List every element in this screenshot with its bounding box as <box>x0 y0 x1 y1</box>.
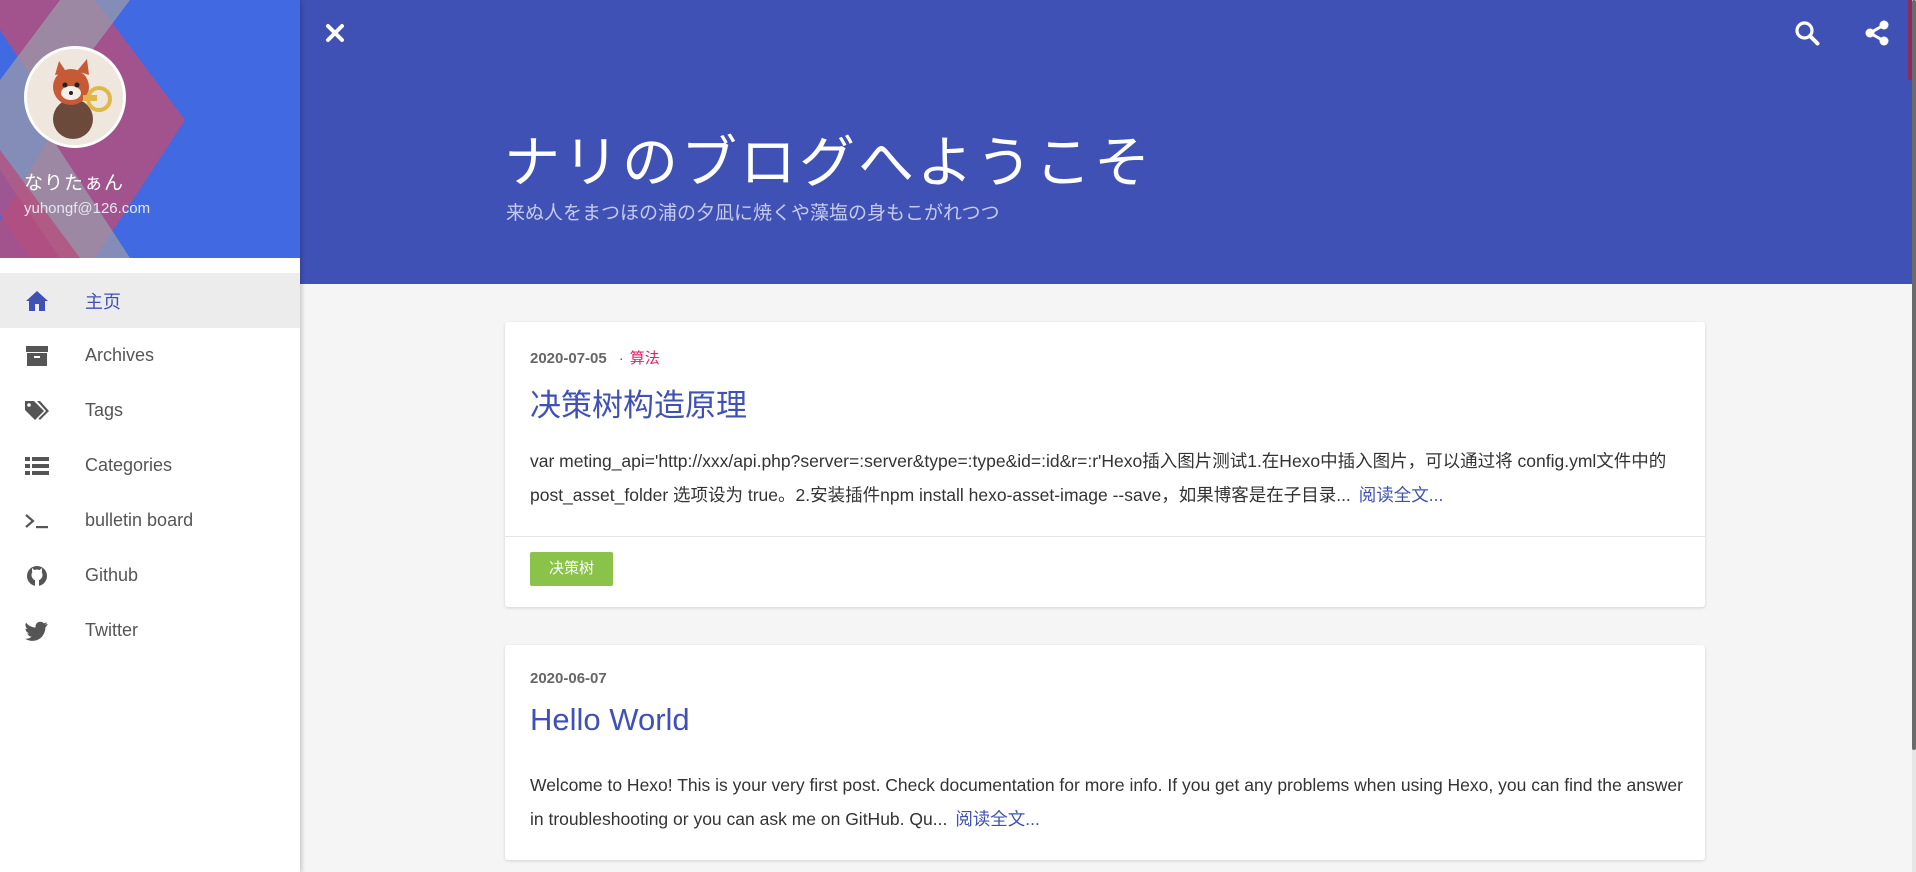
site-title: ナリのブログへようこそ <box>504 131 1153 194</box>
close-menu-button[interactable] <box>318 16 352 50</box>
sidebar-item-label: Categories <box>85 455 173 475</box>
post-title[interactable]: 决策树构造原理 <box>530 380 747 425</box>
home-icon <box>24 288 50 314</box>
post-date: 2020-07-05 <box>530 350 607 367</box>
list-icon <box>24 453 50 479</box>
scrollbar-thumb[interactable] <box>1912 0 1916 750</box>
share-button[interactable] <box>1860 16 1894 50</box>
search-icon <box>1795 21 1820 46</box>
sidebar-item-twitter[interactable]: Twitter <box>0 603 300 658</box>
post-excerpt-text: var meting_api='http://xxx/api.php?serve… <box>530 451 1667 505</box>
close-icon <box>326 24 344 42</box>
sidebar-item-label: bulletin board <box>85 510 194 530</box>
post-date: 2020-06-07 <box>530 670 607 687</box>
scroll-accent-bar <box>1908 0 1912 80</box>
profile-header: なりたぁん yuhongf@126.com <box>0 0 300 258</box>
post-category-link[interactable]: 算法 <box>630 350 660 367</box>
red-panda-avatar-icon <box>27 49 123 145</box>
twitter-icon <box>24 618 50 644</box>
scrollbar[interactable] <box>1912 0 1916 872</box>
post-title[interactable]: Hello World <box>530 702 690 738</box>
site-header: ナリのブログへようこそ 来ぬ人をまつほの浦の夕凪に焼くや藻塩の身もこがれつつ <box>300 0 1912 284</box>
post-tag-button[interactable]: 决策树 <box>530 552 614 586</box>
meta-separator: · <box>618 350 624 367</box>
read-more-link[interactable]: 阅读全文... <box>955 809 1040 829</box>
github-icon <box>24 563 50 589</box>
post-excerpt: var meting_api='http://xxx/api.php?serve… <box>530 444 1690 512</box>
sidebar-item-home[interactable]: 主页 <box>0 273 300 328</box>
divider <box>505 536 1705 537</box>
post-card: 2020-07-05 · 算法 决策树构造原理 var meting_api='ht… <box>505 322 1705 607</box>
sidebar-item-archives[interactable]: Archives <box>0 328 300 383</box>
post-excerpt: Welcome to Hexo! This is your very first… <box>530 768 1690 836</box>
terminal-icon <box>24 508 50 534</box>
sidebar-item-label: Github <box>85 565 139 585</box>
post-card: 2020-06-07 Hello World Welcome to Hexo! … <box>505 645 1705 860</box>
site-subtitle: 来ぬ人をまつほの浦の夕凪に焼くや藻塩の身もこがれつつ <box>506 203 1000 224</box>
tags-icon <box>24 398 50 424</box>
sidebar-item-label: Tags <box>85 400 124 420</box>
post-meta: 2020-06-07 <box>530 670 607 687</box>
share-icon <box>1865 20 1889 46</box>
sidebar-menu: 主页 Archives Tags Categories bulletin boa… <box>0 273 300 658</box>
sidebar-item-bulletin-board[interactable]: bulletin board <box>0 493 300 548</box>
post-excerpt-text: Welcome to Hexo! This is your very first… <box>530 775 1683 829</box>
avatar[interactable] <box>24 46 126 148</box>
sidebar-item-categories[interactable]: Categories <box>0 438 300 493</box>
sidebar-item-tags[interactable]: Tags <box>0 383 300 438</box>
sidebar-item-label: Archives <box>85 345 155 365</box>
read-more-link[interactable]: 阅读全文... <box>1359 485 1444 505</box>
post-meta: 2020-07-05 · 算法 <box>530 347 660 368</box>
profile-name: なりたぁん <box>24 173 125 194</box>
search-button[interactable] <box>1790 16 1824 50</box>
sidebar: なりたぁん yuhongf@126.com 主页 Archives Tags C… <box>0 0 300 872</box>
sidebar-item-label: 主页 <box>85 291 121 312</box>
sidebar-item-github[interactable]: Github <box>0 548 300 603</box>
sidebar-item-label: Twitter <box>85 620 139 640</box>
profile-email[interactable]: yuhongf@126.com <box>24 200 150 217</box>
archive-icon <box>24 343 50 369</box>
